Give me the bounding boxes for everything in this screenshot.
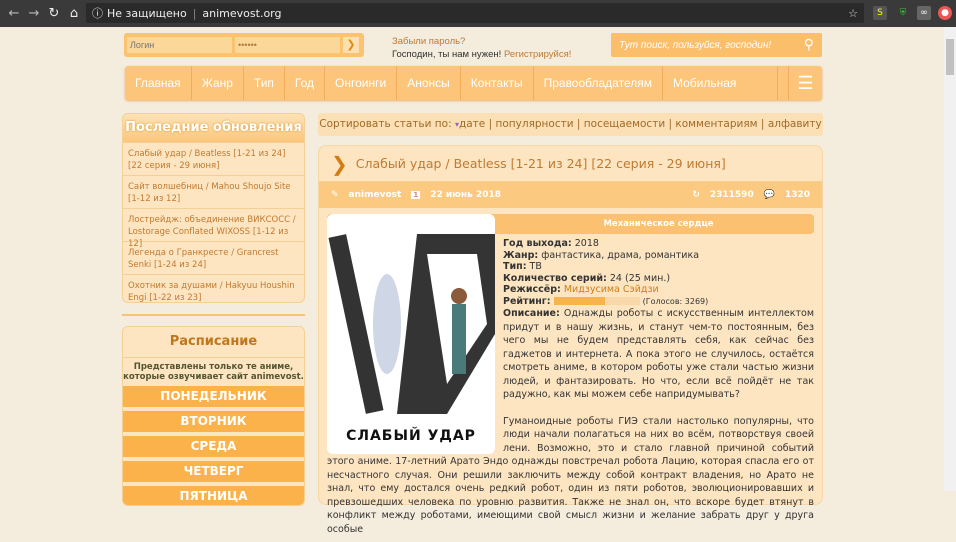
rating-label: Рейтинг:: [503, 295, 551, 307]
login-input[interactable]: [127, 37, 232, 53]
main-menu: Главная Жанр Тип Год Онгоинги Анонсы Кон…: [125, 66, 822, 124]
menu-item-mobile[interactable]: Мобильная версия: [663, 66, 778, 124]
post-content: СЛАБЫЙ УДАР Механическое сердце Год выхо…: [319, 208, 822, 542]
forgot-password-link[interactable]: Забыли пароль?: [392, 36, 465, 47]
extension-icon[interactable]: ∞: [917, 6, 931, 20]
address-bar[interactable]: ⓘ Не защищено | animevost.org ☆: [86, 3, 864, 23]
sort-visits[interactable]: посещаемости: [584, 118, 665, 130]
day-monday[interactable]: ПОНЕДЕЛЬНИК: [123, 386, 304, 407]
url: animevost.org: [202, 6, 282, 20]
browser-toolbar: ← → ↻ ⌂ ⓘ Не защищено | animevost.org ☆ …: [0, 0, 956, 27]
menu-item-contacts[interactable]: Контакты: [461, 66, 534, 100]
info-icon: ⓘ: [92, 7, 103, 20]
sort-bar: Сортировать статьи по: ▾дате | популярно…: [318, 113, 823, 136]
views-icon: ↻: [692, 190, 700, 200]
rss-icon[interactable]: ☰: [788, 66, 822, 100]
schedule-note: Представлены только те аниме, которые оз…: [123, 357, 304, 386]
sort-popularity[interactable]: популярности: [495, 118, 573, 130]
director-link[interactable]: Мидзусима Сэйдзи: [564, 284, 659, 295]
post-header: ❯ Слабый удар / Beatless [1-21 из 24] [2…: [319, 146, 822, 182]
sort-label: Сортировать статьи по:: [319, 118, 452, 130]
shield-extension-icon[interactable]: ⛨: [896, 6, 910, 20]
day-wednesday[interactable]: СРЕДА: [123, 436, 304, 457]
reload-icon[interactable]: ↻: [44, 6, 64, 21]
genre-value: фантастика, драма, романтика: [541, 249, 700, 261]
description-text: Однажды роботы с искусственным интеллект…: [503, 308, 814, 400]
sort-date[interactable]: дате: [459, 118, 485, 130]
login-submit-button[interactable]: ❯: [343, 37, 359, 53]
genre-label: Жанр:: [503, 249, 539, 261]
type-label: Тип:: [503, 261, 527, 272]
schedule-title: Расписание: [123, 327, 304, 357]
auth-text: Господин, ты нам нужен!: [392, 49, 502, 60]
menu-item-home[interactable]: Главная: [125, 66, 192, 100]
comment-icon: 💬: [763, 190, 775, 200]
latest-updates: Последние обновления Слабый удар / Beatl…: [122, 113, 305, 303]
post-date: 22 июнь 2018: [430, 190, 501, 200]
extension-icon[interactable]: S: [873, 6, 887, 20]
episodes-label: Количество серий:: [503, 272, 607, 284]
menu-item-ongoing[interactable]: Онгоинги: [325, 66, 398, 100]
forward-icon[interactable]: →: [24, 6, 44, 21]
year-label: Год выхода:: [503, 238, 572, 249]
description-label: Описание:: [503, 308, 560, 319]
search-input[interactable]: Тут поиск, пользуйся, господин! ⚲: [611, 33, 822, 57]
comments-count[interactable]: 1320: [785, 190, 810, 200]
type-value: ТВ: [529, 261, 542, 272]
calendar-icon: 1: [411, 191, 421, 199]
rating-bar[interactable]: [553, 297, 640, 305]
star-icon[interactable]: ☆: [848, 7, 858, 20]
episodes-value: 24 (25 мин.): [609, 272, 671, 284]
register-link[interactable]: Регистрируйся!: [504, 49, 571, 60]
post-author[interactable]: animevost: [349, 190, 402, 200]
poster-image[interactable]: СЛАБЫЙ УДАР: [327, 214, 495, 454]
scrollbar[interactable]: [944, 27, 956, 491]
search-icon[interactable]: ⚲: [804, 36, 814, 53]
menu-item-year[interactable]: Год: [285, 66, 326, 100]
security-label: Не защищено: [107, 6, 187, 20]
menu-item-announcements[interactable]: Анонсы: [397, 66, 461, 100]
schedule: Расписание Представлены только те аниме,…: [122, 326, 305, 506]
poster-caption: СЛАБЫЙ УДАР: [346, 428, 476, 444]
update-item[interactable]: Охотник за душами / Hakyuu Houshin Engi …: [123, 274, 304, 302]
update-item[interactable]: Лострейдж: объединение ВИКСОСС / Lostora…: [123, 208, 304, 249]
day-friday[interactable]: ПЯТНИЦА: [123, 486, 304, 505]
menu-item-genre[interactable]: Жанр: [192, 66, 244, 100]
menu-item-type[interactable]: Тип: [244, 66, 285, 100]
update-item[interactable]: Сайт волшебниц / Mahou Shoujo Site [1-12…: [123, 175, 304, 208]
day-tuesday[interactable]: ВТОРНИК: [123, 411, 304, 432]
sort-comments[interactable]: комментариям: [675, 118, 757, 130]
update-item[interactable]: Легенда о Гранкресте / Grancrest Senki […: [123, 241, 304, 274]
chevron-right-icon: ❯: [331, 151, 348, 176]
divider: [122, 314, 305, 316]
password-input[interactable]: [235, 37, 340, 53]
auth-links: Забыли пароль? Господин, ты нам нужен! Р…: [392, 35, 571, 61]
post: ❯ Слабый удар / Beatless [1-21 из 24] [2…: [318, 145, 823, 535]
year-value: 2018: [574, 238, 599, 249]
pen-icon: ✎: [331, 190, 339, 200]
post-meta: ✎ animevost 1 22 июнь 2018 ↻ 2311590 💬 1…: [319, 182, 822, 208]
scrollbar-thumb[interactable]: [946, 39, 954, 75]
poster-illustration: [328, 234, 495, 414]
back-icon[interactable]: ←: [4, 6, 24, 21]
day-thursday[interactable]: ЧЕТВЕРГ: [123, 461, 304, 482]
adblock-icon[interactable]: ●: [938, 6, 952, 20]
director-label: Режиссёр:: [503, 284, 561, 295]
search-placeholder: Тут поиск, пользуйся, господин!: [619, 39, 772, 51]
latest-updates-title: Последние обновления: [123, 114, 304, 142]
sort-alphabet[interactable]: алфавиту: [768, 118, 822, 130]
post-title[interactable]: Слабый удар / Beatless [1-21 из 24] [22 …: [356, 156, 726, 171]
login-form: ❯: [124, 33, 364, 57]
update-item[interactable]: Слабый удар / Beatless [1-21 из 24] [22 …: [123, 142, 304, 175]
home-icon[interactable]: ⌂: [64, 6, 84, 21]
menu-item-rightholders[interactable]: Правообладателям: [534, 66, 663, 100]
votes-count: (Голосов: 3269): [642, 296, 709, 306]
views-count: 2311590: [709, 190, 754, 200]
